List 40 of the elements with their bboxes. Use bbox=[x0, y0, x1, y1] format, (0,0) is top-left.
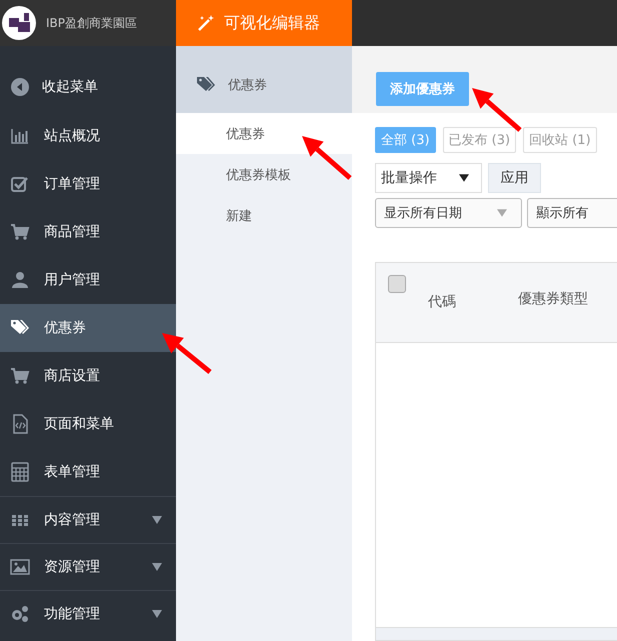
gears-icon bbox=[10, 604, 30, 624]
sidebar-item[interactable]: 站点概况 bbox=[0, 112, 176, 160]
checkbox-icon bbox=[10, 174, 30, 194]
sidebar-item[interactable]: 优惠券 bbox=[0, 304, 176, 352]
sidebar-item[interactable]: 页面和菜单 bbox=[0, 400, 176, 448]
caret-icon bbox=[152, 563, 162, 571]
type-filter-dropdown[interactable]: 顯示所有 bbox=[527, 198, 617, 228]
sidebar-item[interactable]: 订单管理 bbox=[0, 160, 176, 208]
select-all-checkbox[interactable] bbox=[388, 275, 406, 293]
calculator-icon bbox=[10, 462, 30, 482]
sidebar-item[interactable]: 商店设置 bbox=[0, 352, 176, 400]
column-header[interactable]: 優惠券類型 bbox=[518, 289, 588, 309]
logo-icon bbox=[2, 6, 36, 40]
submenu-item[interactable]: 优惠券模板 bbox=[176, 154, 352, 195]
bar-chart-icon bbox=[10, 126, 30, 146]
submenu-item[interactable]: 新建 bbox=[176, 195, 352, 236]
site-name: IBP盈創商業園區 bbox=[46, 14, 138, 32]
bulk-action-dropdown[interactable]: 批量操作 bbox=[375, 163, 482, 193]
collapse-menu-button[interactable]: 收起菜单 bbox=[0, 46, 176, 112]
arrow-annotation bbox=[472, 88, 522, 132]
sidebar-item[interactable]: 商品管理 bbox=[0, 208, 176, 256]
caret-icon bbox=[459, 174, 469, 182]
submenu-title: 优惠券 bbox=[228, 76, 267, 94]
caret-icon bbox=[497, 209, 508, 217]
caret-icon bbox=[152, 610, 162, 618]
column-header[interactable]: 代碼 bbox=[428, 293, 498, 311]
left-arrow-circle-icon bbox=[10, 77, 30, 97]
arrow-annotation bbox=[162, 333, 212, 374]
apply-button[interactable]: 应用 bbox=[488, 163, 541, 193]
cart-icon bbox=[10, 222, 30, 242]
magic-wand-icon bbox=[196, 13, 216, 33]
user-icon bbox=[10, 270, 30, 290]
date-filter-dropdown[interactable]: 显示所有日期 bbox=[375, 198, 522, 228]
submenu-item[interactable]: 优惠券 bbox=[176, 113, 352, 154]
sidebar-item[interactable]: 用户管理 bbox=[0, 256, 176, 304]
sidebar-item[interactable]: 表单管理 bbox=[0, 448, 176, 496]
cart-icon bbox=[10, 366, 30, 386]
image-icon bbox=[10, 557, 30, 577]
arrow-annotation bbox=[302, 136, 352, 180]
caret-icon bbox=[152, 516, 162, 524]
